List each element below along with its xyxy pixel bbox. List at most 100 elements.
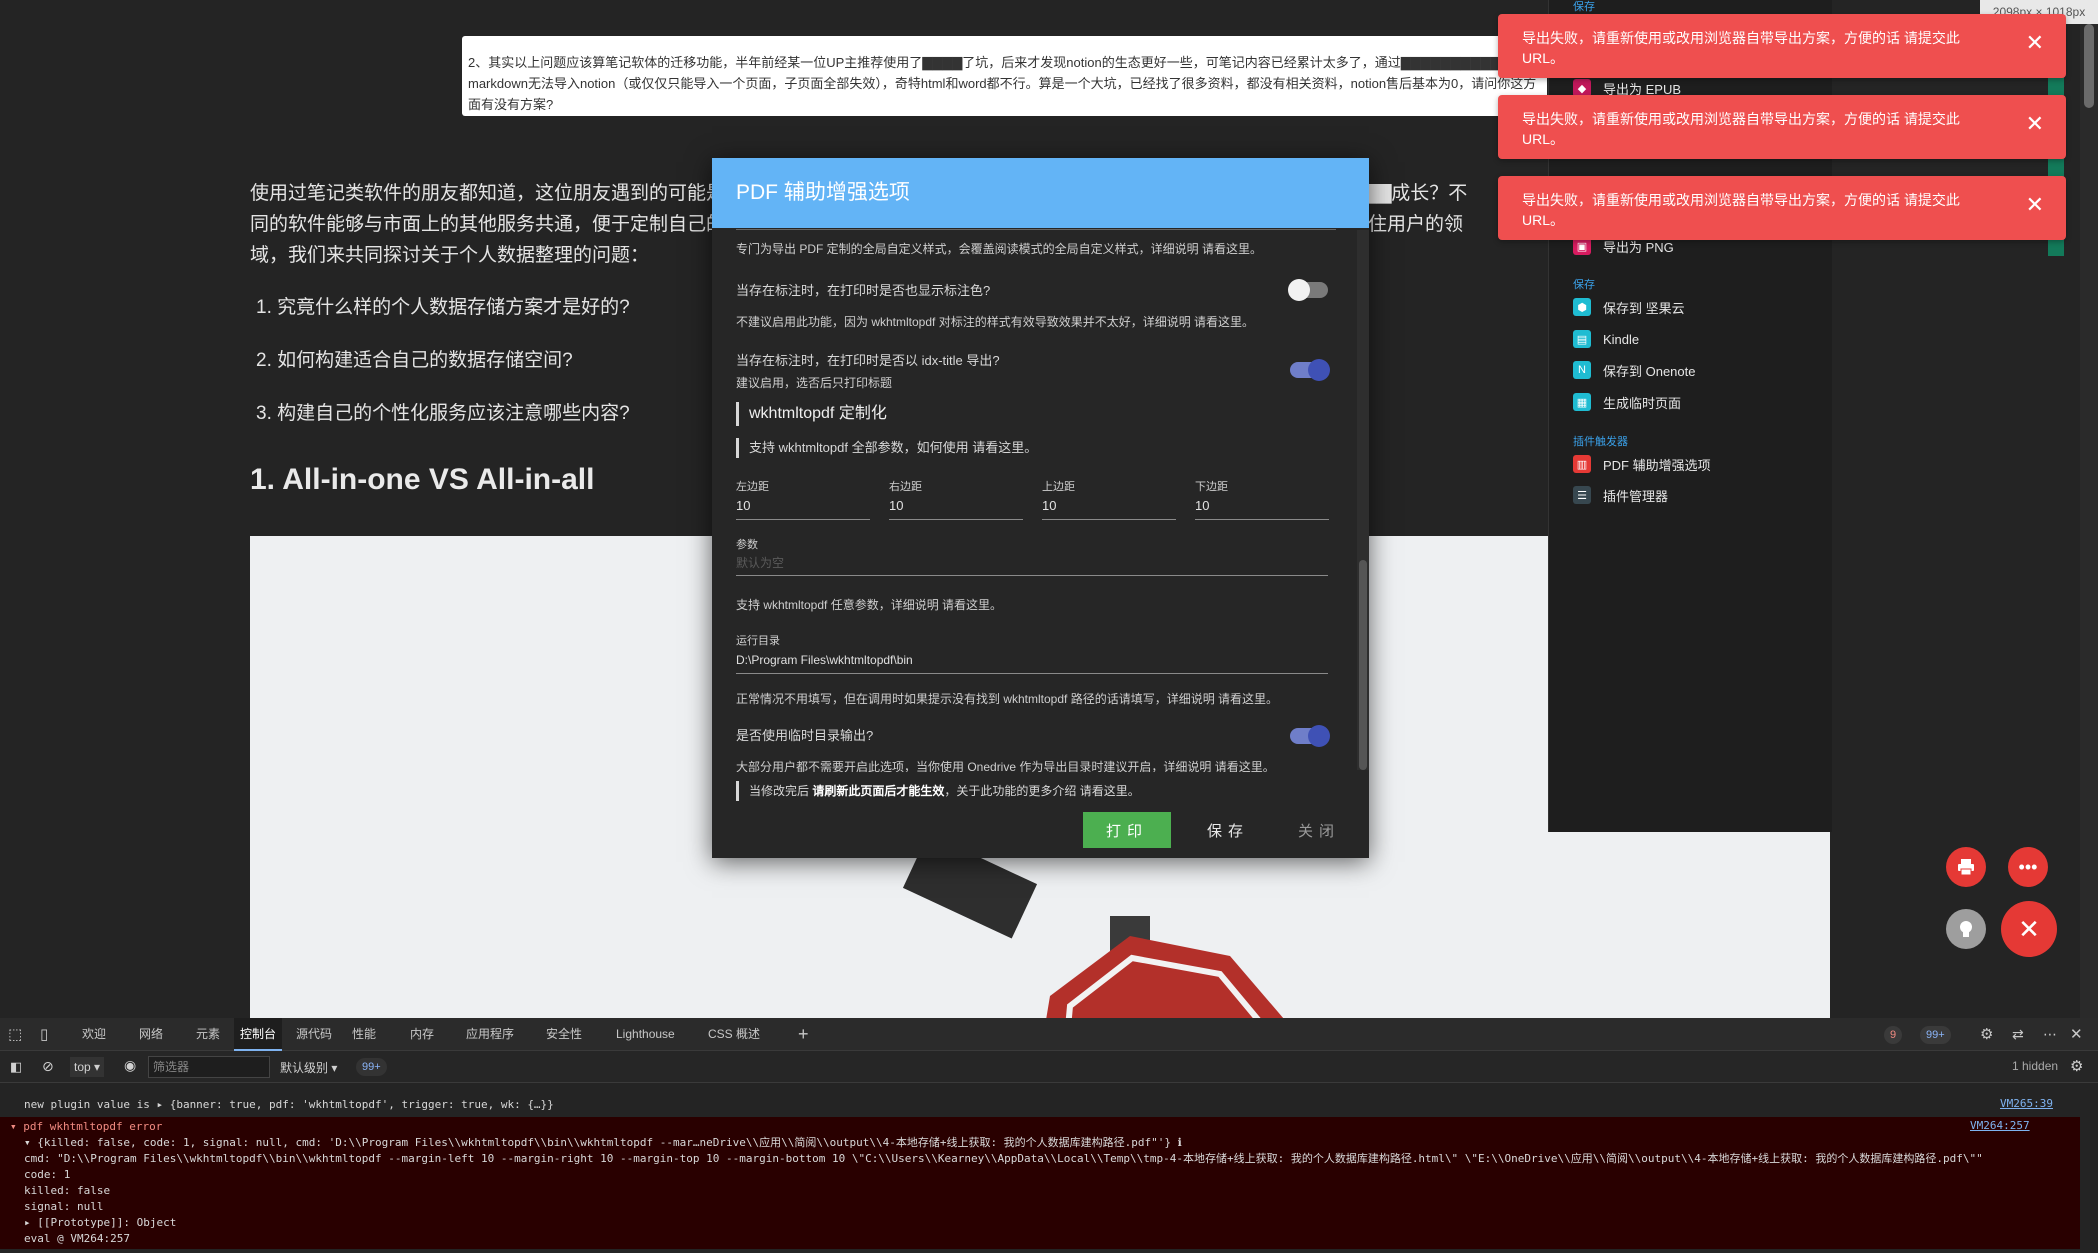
tab-console[interactable]: 控制台 xyxy=(234,1018,283,1051)
field-value[interactable]: 10 xyxy=(1042,498,1176,520)
save-button[interactable]: 保存 xyxy=(1189,812,1267,848)
print-button[interactable]: 打印 xyxy=(1083,812,1171,848)
temp-page-item[interactable]: ▦ 生成临时页面 xyxy=(1573,392,1681,412)
save-onenote-item[interactable]: N 保存到 Onenote xyxy=(1573,360,1696,380)
error-toast: 导出失败，请重新使用或改用浏览器自带导出方案，方便的话 请提交此URL。 ✕ xyxy=(1498,176,2066,240)
margin-left-field[interactable]: 左边距 10 xyxy=(736,478,870,520)
light-fab[interactable] xyxy=(1946,909,1986,949)
dialog-scrollbar[interactable] xyxy=(1357,230,1369,770)
stop-sign-image xyxy=(902,856,1284,1018)
reader-comment: 2、其实以上问题应该算笔记软体的迁移功能，半年前经某一位UP主推荐使用了▇▇▇▇… xyxy=(462,36,1547,116)
tab-application[interactable]: 应用程序 xyxy=(466,1018,514,1051)
source-link[interactable]: VM265:39 xyxy=(2000,1097,2053,1110)
section-label-save: 保存 xyxy=(1573,279,1595,291)
divider xyxy=(736,229,1336,230)
dir-hint: 正常情况不用填写，但在调用时如果提示没有找到 wkhtmltopdf 路径的话请… xyxy=(736,692,1279,706)
pdf-options-item[interactable]: ▥ PDF 辅助增强选项 xyxy=(1573,454,1711,474)
list-item: 2. 如何构建适合自己的数据存储空间? xyxy=(256,350,573,371)
list-item: 1. 究竟什么样的个人数据存储方案才是好的? xyxy=(256,297,630,318)
filter-input[interactable]: 筛选器 xyxy=(148,1056,270,1078)
note-bold: 请刷新此页面后才能生效 xyxy=(812,784,945,798)
console-toolbar: ◧ ⊘ top ▾ ◉ 筛选器 默认级别 ▾ 99+ 1 hidden ⚙ xyxy=(0,1051,2098,1083)
info-count: 99+ xyxy=(1920,1026,1951,1044)
source-link[interactable]: VM264:257 xyxy=(1970,1119,2030,1132)
message-count-badge[interactable]: 99+ xyxy=(356,1058,387,1076)
toggle-knob xyxy=(1288,279,1310,301)
margin-right-field[interactable]: 右边距 10 xyxy=(889,478,1023,520)
dir-input[interactable]: D:\Program Files\wkhtmltopdf\bin xyxy=(736,648,1328,674)
device-icon[interactable]: ▯ xyxy=(40,1018,48,1051)
error-toast: 导出失败，请重新使用或改用浏览器自带导出方案，方便的话 请提交此URL。 ✕ xyxy=(1498,14,2066,78)
toast-close-icon[interactable]: ✕ xyxy=(2026,194,2044,216)
level-select[interactable]: 默认级别 ▾ xyxy=(280,1059,337,1076)
section-hint: 支持 wkhtmltopdf 全部参数，如何使用 请看这里。 xyxy=(736,438,1037,458)
tab-css-overview[interactable]: CSS 概述 xyxy=(708,1018,760,1051)
note-suffix: ，关于此功能的更多介绍 请看这里。 xyxy=(944,784,1140,798)
pdf-options-dialog: PDF 辅助增强选项 专门为导出 PDF 定制的全局自定义样式，会覆盖阅读模式的… xyxy=(712,158,1369,858)
info-badge[interactable]: 99+ xyxy=(1920,1018,1951,1051)
close-fab[interactable]: ✕ xyxy=(2001,901,2057,957)
inspect-icon[interactable]: ⬚ xyxy=(8,1018,22,1051)
page-scrollbar[interactable] xyxy=(2080,0,2098,1018)
toast-message: 导出失败，请重新使用或改用浏览器自带导出方案，方便的话 请提交此URL。 xyxy=(1522,192,1960,228)
tab-welcome[interactable]: 欢迎 xyxy=(82,1018,106,1051)
error-badge[interactable]: 9 xyxy=(1884,1018,1903,1051)
plugin-manager-item[interactable]: ☰ 插件管理器 xyxy=(1573,485,1668,505)
save-jianguoyun-item[interactable]: ⬢ 保存到 坚果云 xyxy=(1573,297,1685,317)
dir-label: 运行目录 xyxy=(736,635,780,647)
section-label-top: 保存 xyxy=(1573,1,1595,13)
gear-icon[interactable]: ⚙ xyxy=(1980,1018,1993,1051)
toggle-knob xyxy=(1308,359,1330,381)
margin-top-field[interactable]: 上边距 10 xyxy=(1042,478,1176,520)
close-button[interactable]: 关闭 xyxy=(1280,812,1358,848)
q3-hint: 大部分用户都不需要开启此选项，当你使用 Onedrive 作为导出目录时建议开启… xyxy=(736,760,1275,772)
add-tab-icon[interactable]: + xyxy=(798,1018,809,1051)
more-fab[interactable]: ••• xyxy=(2008,847,2048,887)
toast-close-icon[interactable]: ✕ xyxy=(2026,113,2044,135)
q1-toggle[interactable] xyxy=(1288,279,1328,301)
tab-memory[interactable]: 内存 xyxy=(410,1018,434,1051)
save-kindle-item[interactable]: ▤ Kindle xyxy=(1573,329,1639,349)
tab-sources[interactable]: 源代码 xyxy=(296,1018,332,1051)
margin-bottom-field[interactable]: 下边距 10 xyxy=(1195,478,1329,520)
jianguoyun-icon: ⬢ xyxy=(1573,298,1591,316)
field-value[interactable]: 10 xyxy=(736,498,870,520)
onenote-icon: N xyxy=(1573,361,1591,379)
tab-lighthouse[interactable]: Lighthouse xyxy=(616,1018,675,1051)
close-devtools-icon[interactable]: ✕ xyxy=(2070,1018,2083,1051)
field-label: 左边距 xyxy=(736,481,769,493)
field-value[interactable]: 10 xyxy=(889,498,1023,520)
sidebar-toggle-icon[interactable]: ◧ xyxy=(10,1059,22,1075)
refresh-note: 当修改完后 请刷新此页面后才能生效，关于此功能的更多介绍 请看这里。 xyxy=(736,781,1140,801)
field-label: 上边距 xyxy=(1042,481,1075,493)
q2-toggle[interactable] xyxy=(1290,359,1330,381)
more-menu-icon[interactable]: ⋯ xyxy=(2043,1018,2057,1051)
print-fab[interactable] xyxy=(1946,847,1986,887)
printer-icon xyxy=(1958,859,1974,876)
toast-close-icon[interactable]: ✕ xyxy=(2026,32,2044,54)
tab-network[interactable]: 网络 xyxy=(139,1018,163,1051)
field-value[interactable]: 10 xyxy=(1195,498,1329,520)
list-icon: ☰ xyxy=(1573,486,1591,504)
close-icon: ✕ xyxy=(2018,913,2040,944)
more-icon: ••• xyxy=(2018,856,2038,877)
params-input[interactable]: 默认为空 xyxy=(736,552,1328,576)
tab-performance[interactable]: 性能 xyxy=(352,1018,376,1051)
hidden-count: 1 hidden xyxy=(2012,1059,2059,1073)
article-list: 1. 究竟什么样的个人数据存储方案才是好的? 2. 如何构建适合自己的数据存储空… xyxy=(256,292,630,451)
q1-hint: 不建议启用此功能，因为 wkhtmltopdf 对标注的样式有效导致效果并不太好… xyxy=(736,315,1255,329)
context-select[interactable]: top ▾ xyxy=(70,1057,105,1077)
side-item-label: 保存到 Onenote xyxy=(1603,363,1696,379)
clear-console-icon[interactable]: ⊘ xyxy=(42,1058,54,1075)
tab-security[interactable]: 安全性 xyxy=(546,1018,582,1051)
scrollbar-thumb[interactable] xyxy=(2084,24,2094,108)
console-line[interactable]: eval @ VM264:257 xyxy=(0,1229,2080,1249)
side-item-label: 保存到 坚果云 xyxy=(1603,300,1685,316)
tab-elements[interactable]: 元素 xyxy=(196,1018,220,1051)
eye-icon[interactable]: ◉ xyxy=(124,1057,136,1074)
dock-icon[interactable]: ⇄ xyxy=(2012,1018,2024,1051)
q3-toggle[interactable] xyxy=(1290,725,1330,747)
console-settings-icon[interactable]: ⚙ xyxy=(2070,1057,2083,1075)
dialog-scrollbar-thumb[interactable] xyxy=(1359,560,1367,770)
params-hint: 支持 wkhtmltopdf 任意参数，详细说明 请看这里。 xyxy=(736,598,1003,612)
